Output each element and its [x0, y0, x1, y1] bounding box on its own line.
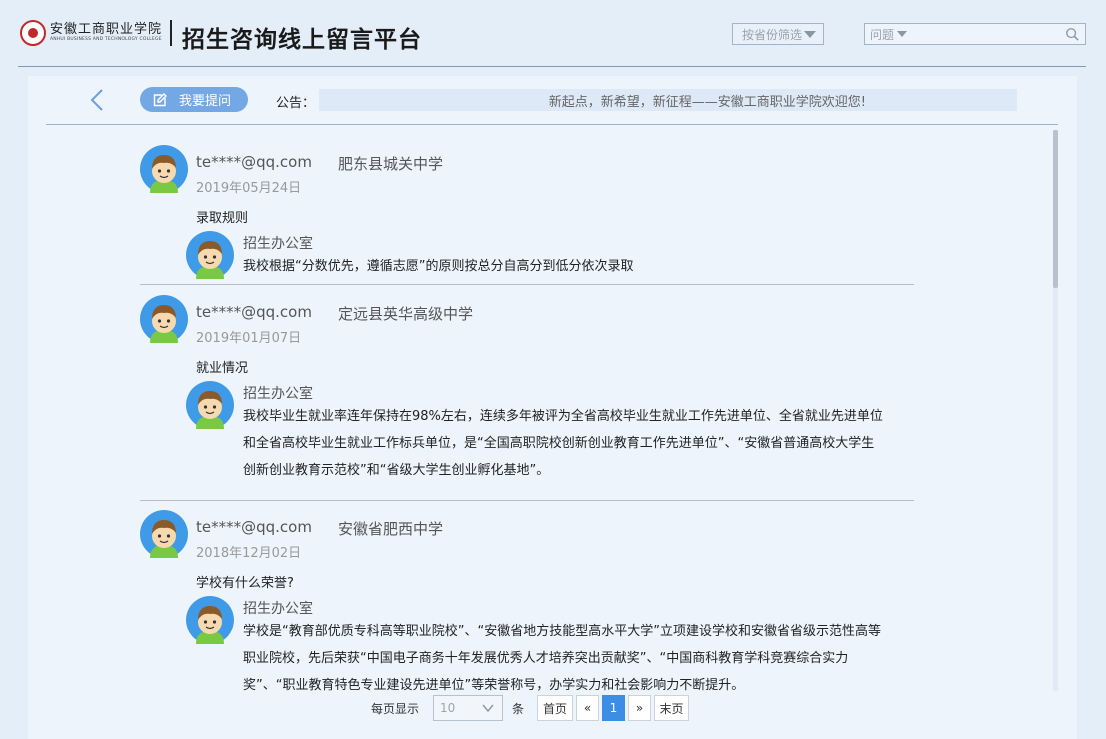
first-page-button[interactable]: 首页 — [537, 695, 573, 721]
message-item: te****@qq.com 安徽省肥西中学 2018年12月02日 学校有什么荣… — [140, 510, 914, 691]
next-page-button[interactable]: » — [628, 695, 651, 721]
answer-text: 我校根据“分数优先，遵循志愿”的原则按总分自高分到低分依次录取 — [243, 259, 634, 274]
back-arrow-icon[interactable] — [88, 88, 106, 112]
message-divider — [140, 500, 914, 501]
answer-text: 学校是“教育部优质专科高等职业院校”、“安徽省地方技能型高水平大学”立项建设学校… — [243, 624, 881, 691]
message-item: te****@qq.com 定远县英华高级中学 2019年01月07日 就业情况… — [140, 295, 914, 495]
logo-name-en: ANHUI BUSINESS AND TECHNOLOGY COLLEGE — [50, 37, 162, 43]
question-text: 学校有什么荣誉? — [196, 576, 294, 591]
logo-name-cn: 安徽工商职业学院 — [50, 22, 163, 38]
per-page-unit: 条 — [512, 702, 525, 716]
answer-office: 招生办公室 — [243, 236, 313, 252]
answer-text: 我校毕业生就业率连年保持在98%左右，连续多年被评为全省高校毕业生就业工作先进单… — [243, 409, 883, 478]
message-item: te****@qq.com 肥东县城关中学 2019年05月24日 录取规则 招… — [140, 145, 914, 285]
search-icon[interactable] — [1065, 27, 1079, 41]
site-header: 安徽工商职业学院 ANHUI BUSINESS AND TECHNOLOGY C… — [0, 0, 1106, 68]
question-user: te****@qq.com — [196, 303, 312, 321]
user-avatar — [140, 145, 188, 193]
user-avatar — [140, 510, 188, 558]
question-date: 2019年05月24日 — [196, 181, 302, 196]
last-page-button[interactable]: 末页 — [654, 695, 689, 721]
question-date: 2018年12月02日 — [196, 546, 302, 561]
college-emblem-icon — [20, 20, 46, 46]
question-date: 2019年01月07日 — [196, 331, 302, 346]
per-page-label: 每页显示 — [371, 702, 420, 716]
page-size-value: 10 — [440, 701, 456, 715]
user-avatar — [140, 295, 188, 343]
message-feed[interactable]: te****@qq.com 肥东县城关中学 2019年05月24日 录取规则 招… — [46, 125, 1058, 691]
office-avatar — [186, 381, 234, 429]
question-user: te****@qq.com — [196, 153, 312, 171]
dropdown-arrow-icon — [897, 31, 908, 37]
province-filter-select[interactable]: 按省份筛选 — [732, 23, 824, 45]
chevron-down-icon — [482, 704, 494, 713]
notice-text: 新起点，新希望，新征程——安徽工商职业学院欢迎您! — [548, 94, 866, 110]
answer-office: 招生办公室 — [243, 386, 313, 402]
page-size-select[interactable]: 10 — [433, 695, 503, 721]
question-search-field[interactable]: 问题 — [864, 23, 1086, 45]
question-user: te****@qq.com — [196, 518, 312, 536]
notice-label: 公告： — [276, 96, 316, 111]
answer-office: 招生办公室 — [243, 601, 313, 617]
question-school: 定远县英华高级中学 — [338, 305, 474, 323]
page-number-button[interactable]: 1 — [602, 695, 625, 721]
college-logo[interactable]: 安徽工商职业学院 ANHUI BUSINESS AND TECHNOLOGY C… — [20, 18, 173, 48]
question-school: 肥东县城关中学 — [338, 155, 444, 173]
site-title: 招生咨询线上留言平台 — [182, 27, 422, 53]
question-type-label: 问题 — [870, 27, 895, 42]
question-text: 录取规则 — [196, 211, 249, 226]
edit-icon — [153, 92, 167, 106]
question-text: 就业情况 — [196, 361, 249, 376]
notice-marquee: 新起点，新希望，新征程——安徽工商职业学院欢迎您! — [319, 89, 1017, 111]
message-divider — [140, 284, 914, 285]
province-filter-label: 按省份筛选 — [742, 27, 803, 42]
question-school: 安徽省肥西中学 — [338, 520, 444, 538]
office-avatar — [186, 596, 234, 644]
ask-question-label: 我要提问 — [179, 94, 232, 109]
prev-page-button[interactable]: « — [576, 695, 599, 721]
feed-scrollbar-thumb[interactable] — [1053, 130, 1058, 288]
office-avatar — [186, 231, 234, 279]
header-divider — [18, 66, 1086, 67]
ask-question-button[interactable]: 我要提问 — [140, 87, 248, 112]
logo-separator — [170, 20, 173, 46]
dropdown-arrow-icon — [804, 30, 817, 38]
